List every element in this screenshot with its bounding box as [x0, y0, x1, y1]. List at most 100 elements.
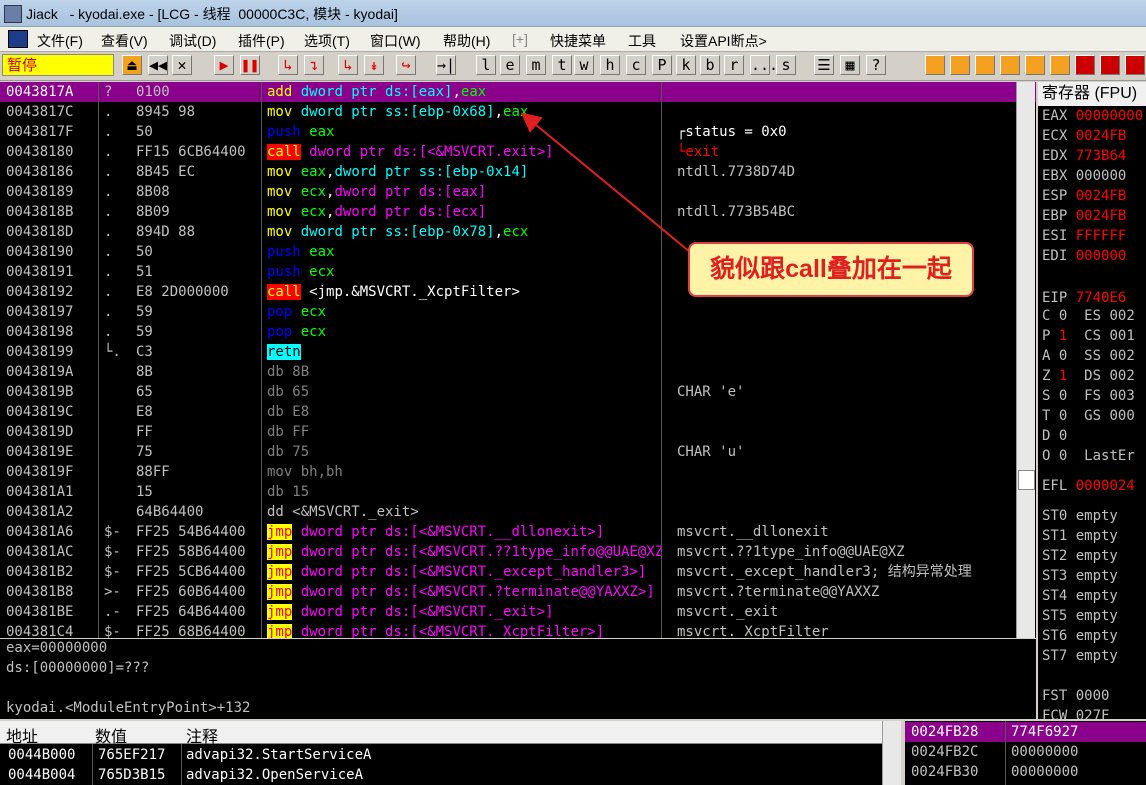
disasm-row[interactable]: 004381B8 >- FF25 60B64400 jmp dword ptr ds:…: [0, 582, 1036, 602]
register-eax[interactable]: EAX 00000000: [1042, 108, 1143, 124]
disasm-row[interactable]: 004381A2 64B64400 dd <&MSVCRT._exit>: [0, 502, 1036, 522]
fpu-st0[interactable]: ST0 empty: [1042, 508, 1118, 524]
plugin-icon-c[interactable]: [975, 55, 995, 75]
disasm-row[interactable]: 004381C4 $- FF25 68B64400 jmp dword ptr ds:…: [0, 622, 1036, 638]
dump-scrollbar[interactable]: [882, 721, 901, 785]
dump-row[interactable]: 0044B004: [8, 765, 75, 785]
flag-a[interactable]: A 0 SS 002: [1042, 348, 1135, 364]
toolbar-button-6[interactable]: ↴: [304, 55, 324, 75]
disasm-row[interactable]: 004381BE .- FF25 64B64400 jmp dword ptr ds:…: [0, 602, 1036, 622]
register-eip[interactable]: EIP 7740E6: [1042, 290, 1126, 306]
toolbar-button-26[interactable]: ?: [866, 55, 886, 75]
toolbar-button-3[interactable]: ▶: [214, 55, 234, 75]
disassembly-scrollbar[interactable]: [1016, 82, 1035, 638]
toolbar-button-25[interactable]: ▦: [840, 55, 860, 75]
menu-tools[interactable]: 工具: [628, 31, 656, 51]
toolbar-button-9[interactable]: ↪: [396, 55, 416, 75]
register-ebx[interactable]: EBX 000000: [1042, 168, 1126, 184]
flag-c[interactable]: C 0 ES 002: [1042, 308, 1135, 324]
fpu-st3[interactable]: ST3 empty: [1042, 568, 1118, 584]
stack-row[interactable]: 0024FB30 00000000: [905, 762, 1146, 782]
plugin-icon-b[interactable]: [950, 55, 970, 75]
toolbar-button-23[interactable]: s: [776, 55, 796, 75]
menu-plugins[interactable]: 插件(P): [238, 31, 285, 51]
register-esp[interactable]: ESP 0024FB: [1042, 188, 1126, 204]
menu-file[interactable]: 文件(F): [37, 31, 83, 51]
toolbar-button-16[interactable]: h: [600, 55, 620, 75]
toolbar-button-10[interactable]: →|: [436, 55, 456, 75]
dump-row[interactable]: 0044B000: [8, 745, 75, 765]
flag-o[interactable]: O 0 LastEr: [1042, 448, 1135, 464]
fpu-st5[interactable]: ST5 empty: [1042, 608, 1118, 624]
menu-window[interactable]: 窗口(W): [370, 31, 421, 51]
fpu-fst[interactable]: FST 0000: [1042, 688, 1109, 704]
register-ecx[interactable]: ECX 0024FB: [1042, 128, 1126, 144]
fpu-st1[interactable]: ST1 empty: [1042, 528, 1118, 544]
toolbar-button-1[interactable]: ◀◀: [148, 55, 168, 75]
disasm-row[interactable]: 0043819C E8 db E8: [0, 402, 1036, 422]
disasm-row[interactable]: 0043817F. 50 push eax ┌status = 0x0: [0, 122, 1036, 142]
disasm-row[interactable]: 0043817C. 8945 98 mov dword ptr ss:[ebp-0x…: [0, 102, 1036, 122]
register-ebp[interactable]: EBP 0024FB: [1042, 208, 1126, 224]
flag-d[interactable]: D 0: [1042, 428, 1084, 444]
disasm-row[interactable]: 004381A6 $- FF25 54B64400 jmp dword ptr ds:…: [0, 522, 1036, 542]
window-icon-c[interactable]: [1125, 55, 1145, 75]
toolbar-button-20[interactable]: b: [700, 55, 720, 75]
disasm-row[interactable]: 0043818D. 894D 88 mov dword ptr ss:[ebp-0x…: [0, 222, 1036, 242]
stack-row[interactable]: 0024FB2C 00000000: [905, 742, 1146, 762]
cpu-window-icon[interactable]: [8, 30, 28, 48]
disasm-row[interactable]: 00438198. 59 pop ecx: [0, 322, 1036, 342]
flag-z[interactable]: Z 1 DS 002: [1042, 368, 1135, 384]
toolbar-button-15[interactable]: w: [574, 55, 594, 75]
toolbar-button-12[interactable]: e: [500, 55, 520, 75]
disasm-row[interactable]: 004381A1 15 db 15: [0, 482, 1036, 502]
menu-debug[interactable]: 调试(D): [169, 31, 216, 51]
flag-t[interactable]: T 0 GS 000: [1042, 408, 1135, 424]
flag-s[interactable]: S 0 FS 003: [1042, 388, 1135, 404]
disasm-row[interactable]: 00438199 └. C3 retn: [0, 342, 1036, 362]
menu-options[interactable]: 选项(T): [304, 31, 350, 51]
toolbar-button-11[interactable]: l: [476, 55, 496, 75]
fpu-fcw[interactable]: FCW 027F: [1042, 708, 1109, 719]
toolbar-button-0[interactable]: ⏏: [122, 55, 142, 75]
register-esi[interactable]: ESI FFFFFF: [1042, 228, 1126, 244]
window-icon-a[interactable]: [1075, 55, 1095, 75]
register-edx[interactable]: EDX 773B64: [1042, 148, 1126, 164]
menu-set-api-breakpoint[interactable]: 设置API断点>: [680, 31, 767, 51]
disasm-row[interactable]: 0043819E 75 db 75 CHAR 'u': [0, 442, 1036, 462]
toolbar-button-21[interactable]: r: [724, 55, 744, 75]
fpu-st7[interactable]: ST7 empty: [1042, 648, 1118, 664]
toolbar-button-24[interactable]: ☰: [814, 55, 834, 75]
asm-icon[interactable]: [1050, 55, 1070, 75]
dump-pane[interactable]: 0044B000 765EF217 advapi32.StartServiceA…: [0, 721, 901, 785]
toolbar-button-17[interactable]: c: [626, 55, 646, 75]
disasm-row[interactable]: 004381B2 $- FF25 5CB64400 jmp dword ptr ds:…: [0, 562, 1036, 582]
toolbar-button-19[interactable]: k: [676, 55, 696, 75]
toolbar-button-4[interactable]: ❚❚: [240, 55, 260, 75]
disasm-row[interactable]: 0043819F 88FF mov bh,bh: [0, 462, 1036, 482]
fpu-st2[interactable]: ST2 empty: [1042, 548, 1118, 564]
disasm-row[interactable]: 0043819D FF db FF: [0, 422, 1036, 442]
fpu-st4[interactable]: ST4 empty: [1042, 588, 1118, 604]
menu-shortcuts[interactable]: 快捷菜单: [550, 31, 606, 51]
menu-help[interactable]: 帮助(H): [443, 31, 490, 51]
disasm-row[interactable]: 0043817A? 0100 add dword ptr ds:[eax],eax: [0, 82, 1036, 102]
registers-pane[interactable]: 寄存器 (FPU) EAX 00000000 ECX 0024FB EDX 773B…: [1038, 82, 1146, 719]
toolbar-button-5[interactable]: ↳: [278, 55, 298, 75]
settings-icon[interactable]: [1025, 55, 1045, 75]
flag-p[interactable]: P 1 CS 001: [1042, 328, 1135, 344]
disasm-row[interactable]: 00438197. 59 pop ecx: [0, 302, 1036, 322]
disasm-row[interactable]: 004381AC $- FF25 58B64400 jmp dword ptr ds:…: [0, 542, 1036, 562]
fpu-st6[interactable]: ST6 empty: [1042, 628, 1118, 644]
toolbar-button-13[interactable]: m: [526, 55, 546, 75]
stack-row[interactable]: 0024FB28 774F6927: [905, 722, 1146, 742]
stack-pane[interactable]: 0024FB28 774F6927 0024FB2C 00000000 0024FB…: [905, 721, 1146, 785]
register-efl[interactable]: EFL 0000024: [1042, 478, 1135, 494]
disasm-row[interactable]: 00438180. FF15 6CB64400 call dword ptr ds:…: [0, 142, 1036, 162]
toolbar-button-18[interactable]: P: [652, 55, 672, 75]
disasm-row[interactable]: 0043819A 8B db 8B: [0, 362, 1036, 382]
menu-plus[interactable]: [+]: [512, 31, 528, 47]
disassembly-pane[interactable]: 0043817A? 0100 add dword ptr ds:[eax],eax 0…: [0, 82, 1036, 638]
toolbar-button-2[interactable]: ✕: [172, 55, 192, 75]
register-edi[interactable]: EDI 000000: [1042, 248, 1126, 264]
